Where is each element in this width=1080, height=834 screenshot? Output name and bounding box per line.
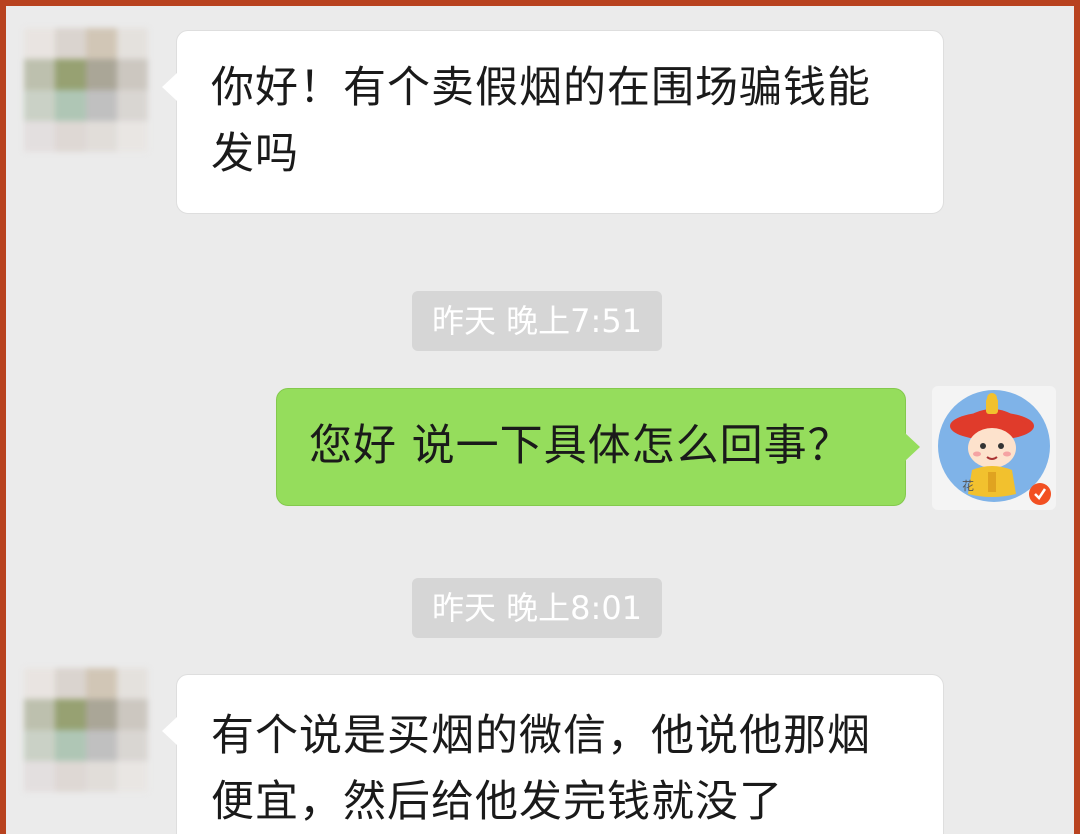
emperor-cartoon-avatar-icon[interactable]: 花 — [932, 386, 1056, 510]
outgoing-message-bubble[interactable]: 您好 说一下具体怎么回事？ — [276, 388, 920, 506]
incoming-message-bubble[interactable]: 有个说是买烟的微信，他说他那烟 便宜，然后给他发完钱就没了 — [162, 674, 944, 834]
timestamp-label: 昨天 晚上7:51 — [412, 291, 663, 351]
message-text-line: 你好！有个卖假烟的在围场骗钱能 — [211, 63, 871, 113]
svg-text:花: 花 — [962, 478, 974, 493]
contact-avatar-icon[interactable] — [24, 28, 148, 152]
message-text-line: 有个说是买烟的微信，他说他那烟 — [211, 711, 871, 761]
message-text-line: 便宜，然后给他发完钱就没了 — [211, 777, 783, 827]
message-text: 您好 说一下具体怎么回事？ — [309, 421, 852, 471]
incoming-message-bubble[interactable]: 你好！有个卖假烟的在围场骗钱能 发吗 — [162, 30, 944, 214]
message-text-line: 发吗 — [211, 129, 299, 179]
timestamp-label: 昨天 晚上8:01 — [412, 578, 663, 638]
chat-window: 你好！有个卖假烟的在围场骗钱能 发吗 昨天 晚上7:51 您好 说一下具体怎么回… — [6, 6, 1074, 834]
contact-avatar-icon[interactable] — [24, 668, 148, 792]
